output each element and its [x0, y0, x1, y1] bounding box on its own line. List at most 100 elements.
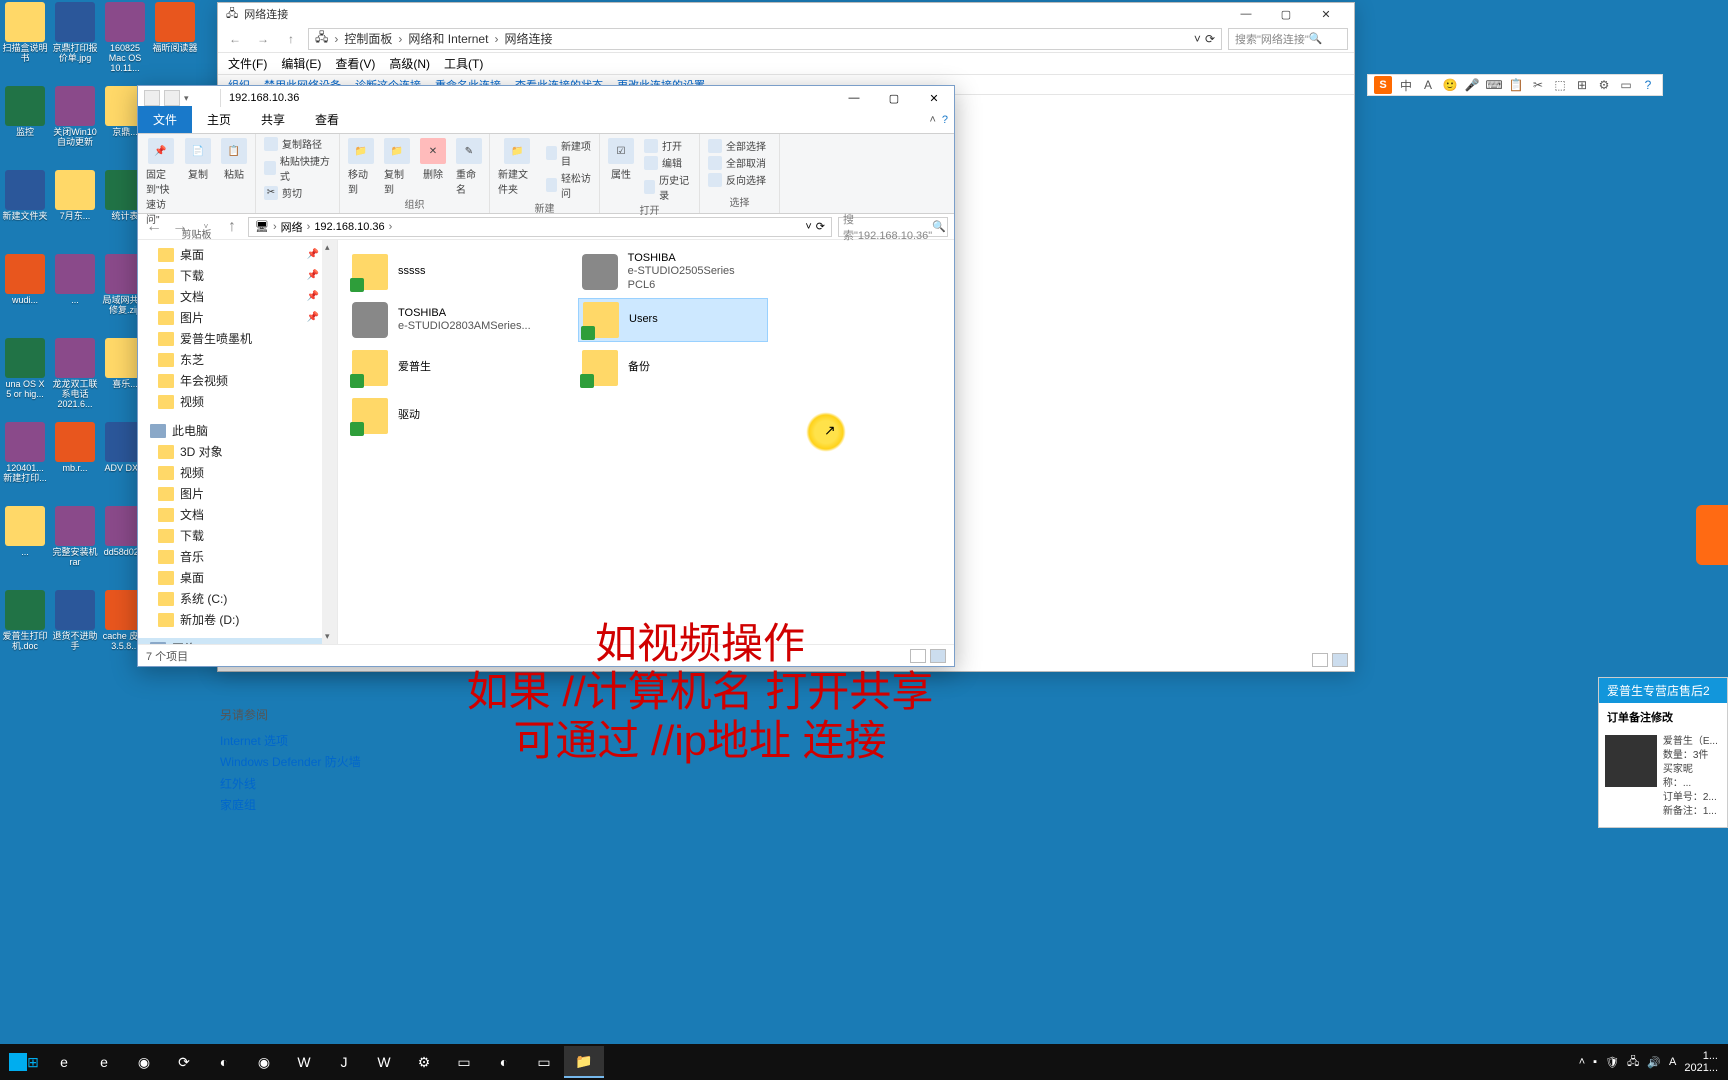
properties-button[interactable]: ☑属性	[608, 138, 634, 181]
tab-home[interactable]: 主页	[192, 106, 246, 133]
tray-network-icon[interactable]: 🖧	[1627, 1053, 1639, 1072]
selectnone-button[interactable]: 全部取消	[708, 155, 771, 170]
tab-file[interactable]: 文件	[138, 106, 192, 133]
desktop-icon[interactable]: 160825 Mac OS 10.11...	[102, 2, 148, 80]
desktop-icon[interactable]: wudi...	[2, 254, 48, 332]
ref-link[interactable]: Windows Defender 防火墙	[220, 752, 361, 774]
desktop-icon[interactable]: ...	[52, 254, 98, 332]
list-item[interactable]: TOSHIBAe-STUDIO2803AMSeries...	[348, 298, 538, 342]
ref-link[interactable]: 红外线	[220, 774, 361, 796]
nav-item[interactable]: 新加卷 (D:)	[138, 609, 337, 630]
easyaccess-button[interactable]: 轻松访问	[546, 170, 591, 200]
desktop-icon[interactable]: 完整安装机rar	[52, 506, 98, 584]
desktop-icon[interactable]: 关闭Win10自动更新	[52, 86, 98, 164]
nav-item[interactable]: 桌面📌	[138, 244, 337, 265]
nav-item[interactable]: 爱普生喷墨机	[138, 328, 337, 349]
order-panel[interactable]: 爱普生专营店售后2 订单备注修改 爱普生（E...数量：3件买家昵称：...订单…	[1598, 677, 1728, 828]
taskbar-app[interactable]: ▭	[524, 1046, 564, 1078]
nav-item[interactable]: 视频	[138, 391, 337, 412]
tray-volume-icon[interactable]: 🔊	[1647, 1056, 1661, 1069]
desktop-icon[interactable]: 扫描盒说明书	[2, 2, 48, 80]
taskbar-app[interactable]: W	[364, 1046, 404, 1078]
collapse-ribbon-icon[interactable]: ˄	[929, 114, 935, 126]
copyto-button[interactable]: 📁复制到	[384, 138, 410, 196]
invertselect-button[interactable]: 反向选择	[708, 172, 771, 187]
taskbar-app[interactable]: ⟳	[164, 1046, 204, 1078]
desktop-icon[interactable]: mb.r...	[52, 422, 98, 500]
back-button[interactable]: ←	[144, 217, 164, 237]
tab-share[interactable]: 共享	[246, 106, 300, 133]
paste-shortcut-button[interactable]: 粘贴快捷方式	[264, 153, 331, 183]
desktop-icon[interactable]: una OS X 5 or hig...	[2, 338, 48, 416]
bg-titlebar[interactable]: 🖧 网络连接 — ▢ ✕	[218, 3, 1354, 25]
nav-item[interactable]: 图片📌	[138, 307, 337, 328]
menu-item[interactable]: 高级(N)	[389, 55, 430, 72]
side-peek-icon[interactable]	[1696, 505, 1728, 565]
ime-mode[interactable]: 中	[1398, 77, 1414, 93]
taskbar-app[interactable]: e	[84, 1046, 124, 1078]
taskbar-app[interactable]: W	[284, 1046, 324, 1078]
scrollbar[interactable]	[322, 240, 337, 644]
nav-item[interactable]: 文档	[138, 504, 337, 525]
refresh-icon[interactable]: ⟳	[816, 220, 825, 233]
ime-help-icon[interactable]: ?	[1640, 77, 1656, 93]
nav-tree[interactable]: 桌面📌下载📌文档📌图片📌爱普生喷墨机东芝年会视频视频 此电脑 3D 对象视频图片…	[138, 240, 338, 644]
bg-search-input[interactable]: 搜索"网络连接" 🔍	[1228, 28, 1348, 50]
ref-link[interactable]: Internet 选项	[220, 731, 361, 753]
help-icon[interactable]: ?	[942, 114, 948, 126]
desktop-icon[interactable]: 爱普生打印机.doc	[2, 590, 48, 668]
minimize-button[interactable]: —	[834, 87, 874, 109]
fg-search-input[interactable]: 搜索"192.168.10.36"🔍	[838, 217, 948, 237]
tray-ime[interactable]: A	[1669, 1056, 1676, 1068]
newfolder-button[interactable]: 📁新建文件夹	[498, 138, 536, 196]
desktop-icon[interactable]: 120401...新建打印...	[2, 422, 48, 500]
close-button[interactable]: ✕	[914, 87, 954, 109]
desktop-icon[interactable]: 监控	[2, 86, 48, 164]
nav-item[interactable]: 图片	[138, 483, 337, 504]
up-button[interactable]: ↑	[222, 217, 242, 237]
fg-breadcrumb[interactable]: 🖥 网络 192.168.10.36 ˅ ⟳	[248, 217, 832, 237]
tray-date[interactable]: 2021...	[1684, 1062, 1718, 1074]
edit-button[interactable]: 编辑	[644, 155, 691, 170]
taskbar-app[interactable]: J	[324, 1046, 364, 1078]
cut-button[interactable]: ✂剪切	[264, 185, 331, 200]
bg-view-buttons[interactable]	[1312, 653, 1348, 667]
nav-network[interactable]: 网络	[138, 638, 337, 644]
nav-item[interactable]: 年会视频	[138, 370, 337, 391]
taskbar-app[interactable]: ◉	[244, 1046, 284, 1078]
maximize-button[interactable]: ▢	[1266, 3, 1306, 25]
desktop-icon[interactable]: 退货不进助手	[52, 590, 98, 668]
pin-button[interactable]: 📌固定到"快速访问"	[146, 138, 175, 226]
tray-time[interactable]: 1...	[1684, 1050, 1718, 1062]
open-button[interactable]: 打开	[644, 138, 691, 153]
taskbar-app[interactable]: ◐	[484, 1046, 524, 1078]
desktop-icon[interactable]: 京鼎打印报价单.jpg	[52, 2, 98, 80]
nav-item[interactable]: 音乐	[138, 546, 337, 567]
minimize-button[interactable]: —	[1226, 3, 1266, 25]
tab-view[interactable]: 查看	[300, 106, 354, 133]
nav-item[interactable]: 下载📌	[138, 265, 337, 286]
system-tray[interactable]: ˄ ▪ 🛡 🖧 🔊 A 1... 2021...	[1579, 1050, 1724, 1074]
desktop-icon[interactable]: 福昕阅读器	[152, 2, 198, 80]
up-button[interactable]: ↑	[280, 28, 302, 50]
tray-up-icon[interactable]: ˄	[1579, 1056, 1585, 1068]
copy-button[interactable]: 📄复制	[185, 138, 211, 181]
taskbar-app[interactable]: ◉	[124, 1046, 164, 1078]
taskbar-app[interactable]: ▭	[444, 1046, 484, 1078]
copy-path-button[interactable]: 复制路径	[264, 136, 331, 151]
tray-security-icon[interactable]: 🛡	[1605, 1056, 1619, 1069]
recent-dropdown[interactable]: ˅	[196, 217, 216, 237]
newitem-button[interactable]: 新建项目	[546, 138, 591, 168]
maximize-button[interactable]: ▢	[874, 87, 914, 109]
ime-settings-icon[interactable]: ⚙	[1596, 77, 1612, 93]
nav-item[interactable]: 桌面	[138, 567, 337, 588]
menu-item[interactable]: 编辑(E)	[281, 55, 321, 72]
dropdown-icon[interactable]: ˅	[805, 221, 811, 233]
nav-item[interactable]: 东芝	[138, 349, 337, 370]
taskbar[interactable]: ⊞ee◉⟳◐◉WJW⚙▭◐▭📁 ˄ ▪ 🛡 🖧 🔊 A 1... 2021...	[0, 1044, 1728, 1080]
nav-item[interactable]: 视频	[138, 462, 337, 483]
rename-button[interactable]: ✎重命名	[456, 138, 482, 196]
ime-toolbar[interactable]: S 中 A 🙂 🎤 ⌨ 📋 ✂ ⬚ ⊞ ⚙ ▭ ?	[1367, 74, 1663, 96]
taskbar-app[interactable]: ⚙	[404, 1046, 444, 1078]
ribbon-tabs[interactable]: 文件 主页 共享 查看	[138, 110, 954, 134]
